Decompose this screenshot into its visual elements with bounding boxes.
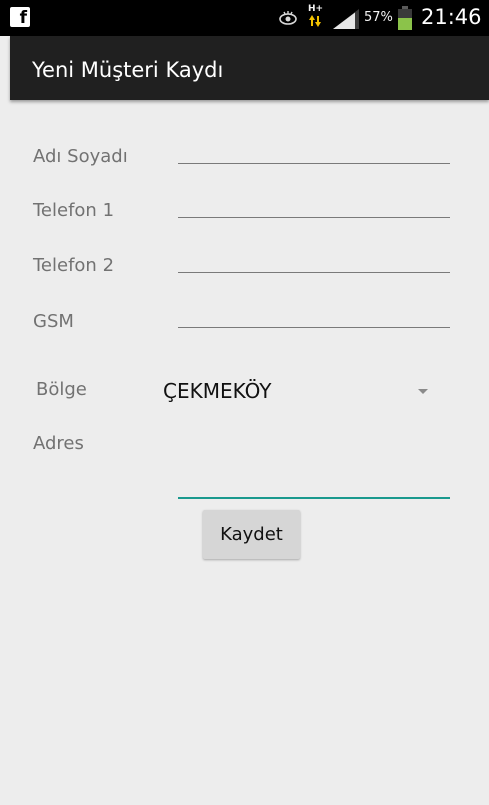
network-type-label: H+ [308,4,324,14]
phone1-input[interactable] [178,188,450,218]
dropdown-arrow-icon [418,389,428,394]
phone1-label: Telefon 1 [33,200,115,221]
save-button[interactable]: Kaydet [203,510,300,559]
address-input[interactable] [178,469,450,499]
signal-icon [333,9,359,29]
data-arrows-icon [309,15,321,27]
address-label: Adres [33,433,84,454]
gsm-label: GSM [33,311,74,332]
name-label: Adı Soyadı [33,146,128,167]
clock: 21:46 [421,5,482,29]
region-spinner[interactable]: ÇEKMEKÖY [160,370,450,410]
region-selected-value: ÇEKMEKÖY [163,379,272,403]
eye-icon [279,11,297,25]
region-label: Bölge [36,379,87,400]
battery-icon [398,6,412,30]
name-input[interactable] [178,134,450,164]
status-bar: f H+ 57% 21:46 [0,0,489,36]
network-icon: H+ [308,4,324,30]
facebook-icon: f [10,7,30,28]
page-title: Yeni Müşteri Kaydı [32,58,224,82]
action-bar: Yeni Müşteri Kaydı [10,36,489,100]
battery-percent: 57% [364,10,393,25]
phone2-input[interactable] [178,243,450,273]
phone2-label: Telefon 2 [33,255,115,276]
gsm-input[interactable] [178,298,450,328]
